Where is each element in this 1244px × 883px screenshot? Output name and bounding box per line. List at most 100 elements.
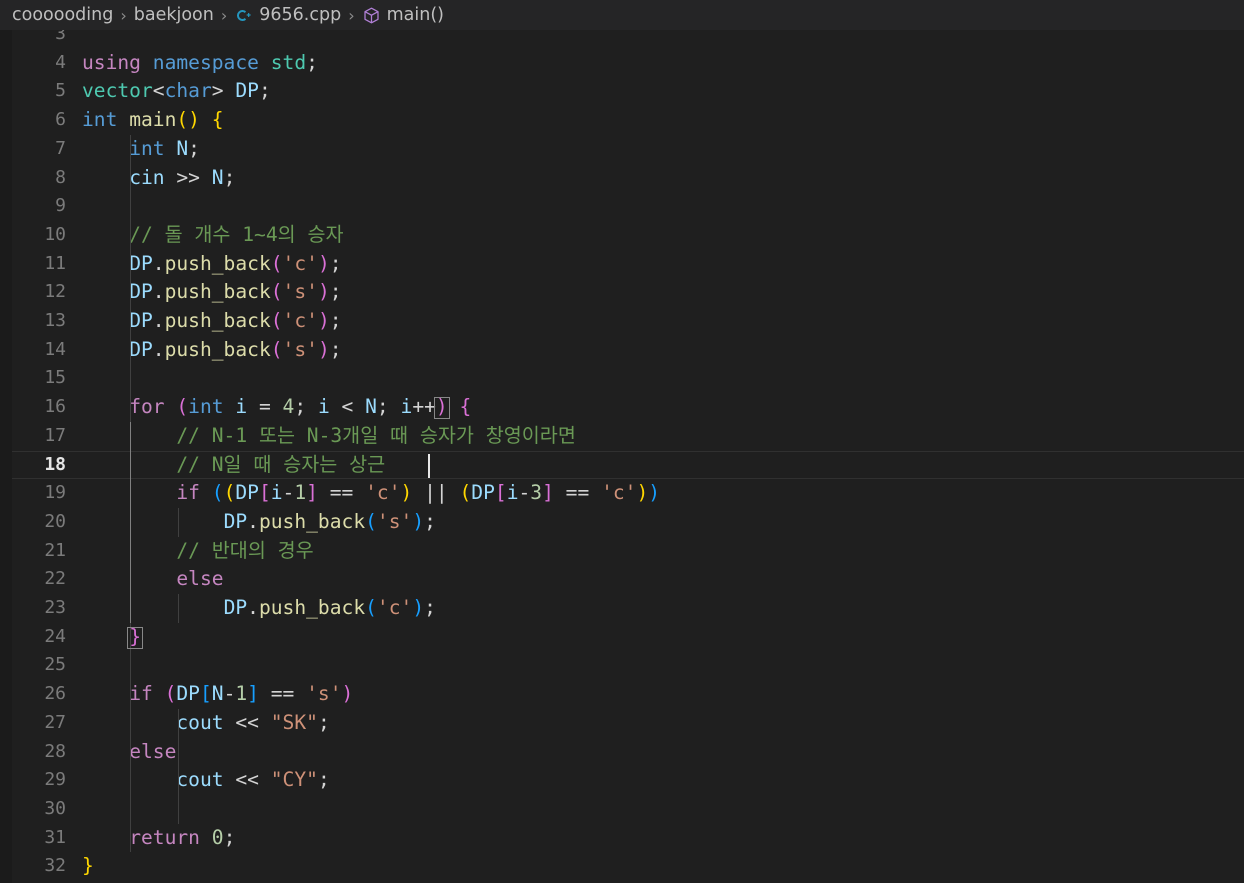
code-token: ( [365, 596, 377, 619]
code-line[interactable]: 31 return 0; [0, 824, 1244, 853]
code-line[interactable]: 19 if ((DP[i-1] == 'c') || (DP[i-3] == '… [0, 479, 1244, 508]
code-token: ; [329, 251, 342, 275]
code-text[interactable]: if ((DP[i-1] == 'c') || (DP[i-3] == 'c')… [82, 479, 660, 508]
code-token: { [459, 395, 472, 419]
code-line[interactable]: 27 cout << "SK"; [0, 709, 1244, 738]
code-text[interactable]: cout << "CY"; [82, 766, 329, 795]
code-line[interactable]: 23 DP.push_back('c'); [0, 594, 1244, 623]
code-text[interactable]: // N일 때 승자는 상근 [82, 451, 385, 480]
code-text[interactable]: DP.push_back('c'); [82, 594, 436, 623]
code-line[interactable]: 22 else [0, 565, 1244, 594]
code-token: N [211, 165, 224, 189]
code-token: vector [82, 79, 153, 103]
code-text[interactable]: } [82, 852, 94, 881]
code-text[interactable]: int main() { [82, 106, 224, 135]
code-line[interactable]: 15 [0, 364, 1244, 393]
line-number: 12 [44, 281, 66, 303]
code-token: || [412, 481, 460, 505]
code-line[interactable]: 7 int N; [0, 135, 1244, 164]
code-text[interactable]: DP.push_back('s'); [82, 278, 341, 307]
code-text[interactable]: using namespace std; [82, 49, 318, 78]
code-line[interactable]: 14 DP.push_back('s'); [0, 336, 1244, 365]
code-text[interactable]: if (DP[N-1] == 's') [82, 680, 353, 709]
code-text[interactable]: } [82, 623, 141, 652]
code-token: ( [223, 481, 236, 505]
code-line[interactable]: 6 int main() { [0, 106, 1244, 135]
code-editor[interactable]: 3 4 using namespace std; 5 vector<char> DP; 6… [0, 30, 1244, 883]
code-line[interactable]: 11 DP.push_back('c'); [0, 250, 1244, 279]
code-line[interactable]: 9 [0, 192, 1244, 221]
code-line[interactable]: 28 else [0, 738, 1244, 767]
code-token: push_back [164, 309, 271, 332]
code-line[interactable]: 13 DP.push_back('c'); [0, 307, 1244, 336]
code-line[interactable]: 32} [0, 852, 1244, 881]
line-number: 32 [44, 855, 66, 877]
code-text[interactable]: for (int i = 4; i < N; i++) { [82, 393, 471, 422]
code-token: DP [223, 596, 248, 619]
code-text[interactable]: cin >> N; [82, 164, 235, 193]
code-token: } [82, 854, 94, 878]
code-text[interactable]: DP.push_back('s'); [82, 336, 341, 365]
code-line[interactable]: 26 if (DP[N-1] == 's') [0, 680, 1244, 709]
code-token: ) [317, 251, 330, 275]
code-token: 'c' [282, 251, 318, 275]
line-number: 6 [55, 109, 66, 131]
code-token: [ [258, 481, 271, 505]
breadcrumb-item-file[interactable]: 9656.cpp [234, 5, 341, 25]
code-token: // N일 때 승자는 상근 [82, 452, 386, 476]
code-token: DP [235, 481, 259, 505]
code-line[interactable]: 18 // N일 때 승자는 상근 [0, 450, 1244, 480]
code-text[interactable]: vector<char> DP; [82, 77, 271, 106]
code-text[interactable]: // N-1 또는 N-3개일 때 승자가 창영이라면 [82, 422, 576, 451]
code-token: > [211, 79, 224, 103]
indent-guide [178, 594, 179, 623]
code-token: 1 [235, 682, 248, 706]
code-text[interactable]: DP.push_back('c'); [82, 250, 342, 279]
code-text[interactable]: int N; [82, 135, 200, 164]
code-token: ) [648, 481, 661, 505]
breadcrumb-item-folder-root[interactable]: coooooding [12, 5, 113, 25]
code-line[interactable]: 12 DP.push_back('s'); [0, 278, 1244, 307]
code-line[interactable]: 4 using namespace std; [0, 49, 1244, 78]
code-token: char [164, 79, 212, 103]
code-line[interactable]: 8 cin >> N; [0, 164, 1244, 193]
breadcrumb-item-symbol-main[interactable]: main() [362, 5, 444, 25]
code-line[interactable]: 5 vector<char> DP; [0, 77, 1244, 106]
code-token: == [317, 481, 366, 505]
code-token: >> [164, 165, 212, 189]
code-text[interactable]: // 반대의 경우 [82, 537, 313, 566]
code-line[interactable]: 16 for (int i = 4; i < N; i++) { [0, 393, 1244, 422]
line-number: 8 [55, 166, 66, 188]
code-text[interactable]: else [82, 565, 223, 594]
code-line[interactable]: 29 cout << "CY"; [0, 766, 1244, 795]
code-line[interactable]: 17 // N-1 또는 N-3개일 때 승자가 창영이라면 [0, 422, 1244, 451]
code-text[interactable]: // 돌 개수 1~4의 승자 [82, 221, 343, 250]
code-line[interactable]: 25 [0, 651, 1244, 680]
code-line[interactable]: 20 DP.push_back('s'); [0, 508, 1244, 537]
breadcrumb-item-folder-baekjoon[interactable]: baekjoon [134, 5, 214, 25]
code-text[interactable]: DP.push_back('s'); [82, 508, 436, 537]
code-text[interactable]: DP.push_back('c'); [82, 307, 341, 336]
code-token: N [365, 395, 377, 419]
code-line[interactable]: 10 // 돌 개수 1~4의 승자 [0, 221, 1244, 250]
code-line[interactable]: 30 [0, 795, 1244, 824]
code-token: ; [376, 395, 401, 419]
code-token: ) [400, 481, 413, 505]
code-token: else [129, 739, 177, 763]
code-token: ) [341, 682, 354, 706]
code-line[interactable]: 21 // 반대의 경우 [0, 537, 1244, 566]
code-text[interactable]: return 0; [82, 824, 235, 853]
code-line[interactable]: 3 [0, 30, 1244, 49]
code-line[interactable]: 24 } [0, 623, 1244, 652]
code-token: 4 [282, 395, 295, 419]
code-text[interactable]: cout << "SK"; [82, 709, 329, 738]
